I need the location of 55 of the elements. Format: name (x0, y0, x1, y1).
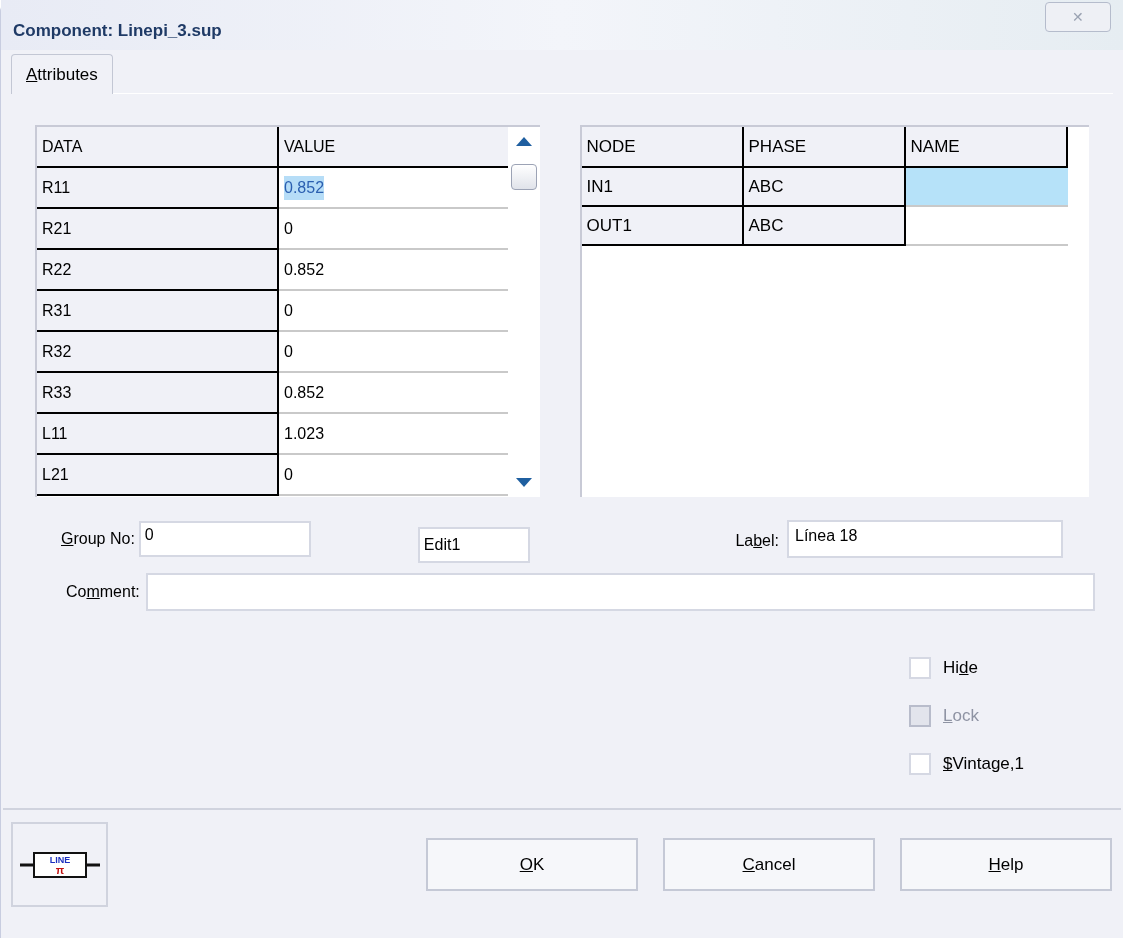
cell-value: 0.852 (284, 259, 325, 280)
column-header: NODE (581, 127, 744, 166)
value-cell[interactable]: 0.852 (279, 373, 508, 414)
table-cell: R33 (37, 373, 279, 414)
cell-value: 0.852 (284, 382, 325, 403)
cell-value: 0.852 (284, 175, 325, 200)
cell-value: 1.023 (284, 423, 325, 444)
component-icon-button[interactable]: LINE π (11, 822, 108, 907)
checkbox-label: $Vintage,1 (943, 753, 1024, 776)
table-cell: ABC (743, 168, 906, 207)
dialog-button[interactable]: OK (426, 838, 638, 891)
cell-value: 0 (284, 464, 293, 485)
table-cell: L21 (37, 455, 279, 496)
field-label: Group No: (61, 529, 135, 549)
checkbox-label: Hide (943, 657, 978, 680)
scroll-down-icon[interactable] (515, 478, 532, 487)
scroll-up-icon[interactable] (515, 137, 532, 146)
table-cell: R22 (37, 250, 279, 291)
tab[interactable]: Attributes (11, 54, 113, 94)
column-header: VALUE (283, 136, 337, 157)
column-header: PHASE (743, 127, 906, 166)
table-cell: IN1 (581, 168, 744, 207)
window-title: Component: Linepi_3.sup (13, 20, 222, 43)
table-cell: R21 (37, 209, 279, 250)
value-cell[interactable]: 0.852 (279, 168, 508, 209)
label-field[interactable]: Línea 18 (787, 520, 1063, 558)
name-cell[interactable] (905, 168, 1068, 207)
field-label: Label: (735, 531, 779, 551)
checkbox[interactable] (909, 753, 931, 775)
table-cell: R31 (37, 291, 279, 332)
column-header: NAME (905, 127, 1068, 166)
cell-value: 0 (284, 341, 293, 362)
column-header: DATA (37, 127, 279, 166)
value-cell[interactable]: 1.023 (279, 414, 508, 455)
value-cell[interactable]: 0 (279, 332, 508, 373)
table-cell: R11 (37, 168, 279, 209)
group-number-field[interactable]: 0 (138, 521, 311, 557)
cell-value: 0 (284, 300, 293, 321)
value-cell[interactable]: 0 (279, 209, 508, 250)
comment-field[interactable] (145, 573, 1095, 611)
dialog-button[interactable]: Help (900, 838, 1112, 891)
table-cell: L11 (37, 414, 279, 455)
table-cell: R32 (37, 332, 279, 373)
cell-value: 0 (284, 218, 293, 239)
value-cell[interactable]: 0 (279, 455, 508, 496)
dialog-button[interactable]: Cancel (663, 838, 875, 891)
scroll-thumb[interactable] (510, 164, 537, 190)
checkbox-label: Lock (943, 705, 979, 728)
value-cell[interactable]: 0 (279, 291, 508, 332)
checkbox[interactable] (909, 657, 931, 679)
table-cell: ABC (743, 207, 906, 246)
edit-field[interactable]: Edit1 (417, 527, 530, 563)
field-label: Comment: (66, 582, 140, 602)
value-cell[interactable]: 0.852 (279, 250, 508, 291)
table-cell: OUT1 (581, 207, 744, 246)
